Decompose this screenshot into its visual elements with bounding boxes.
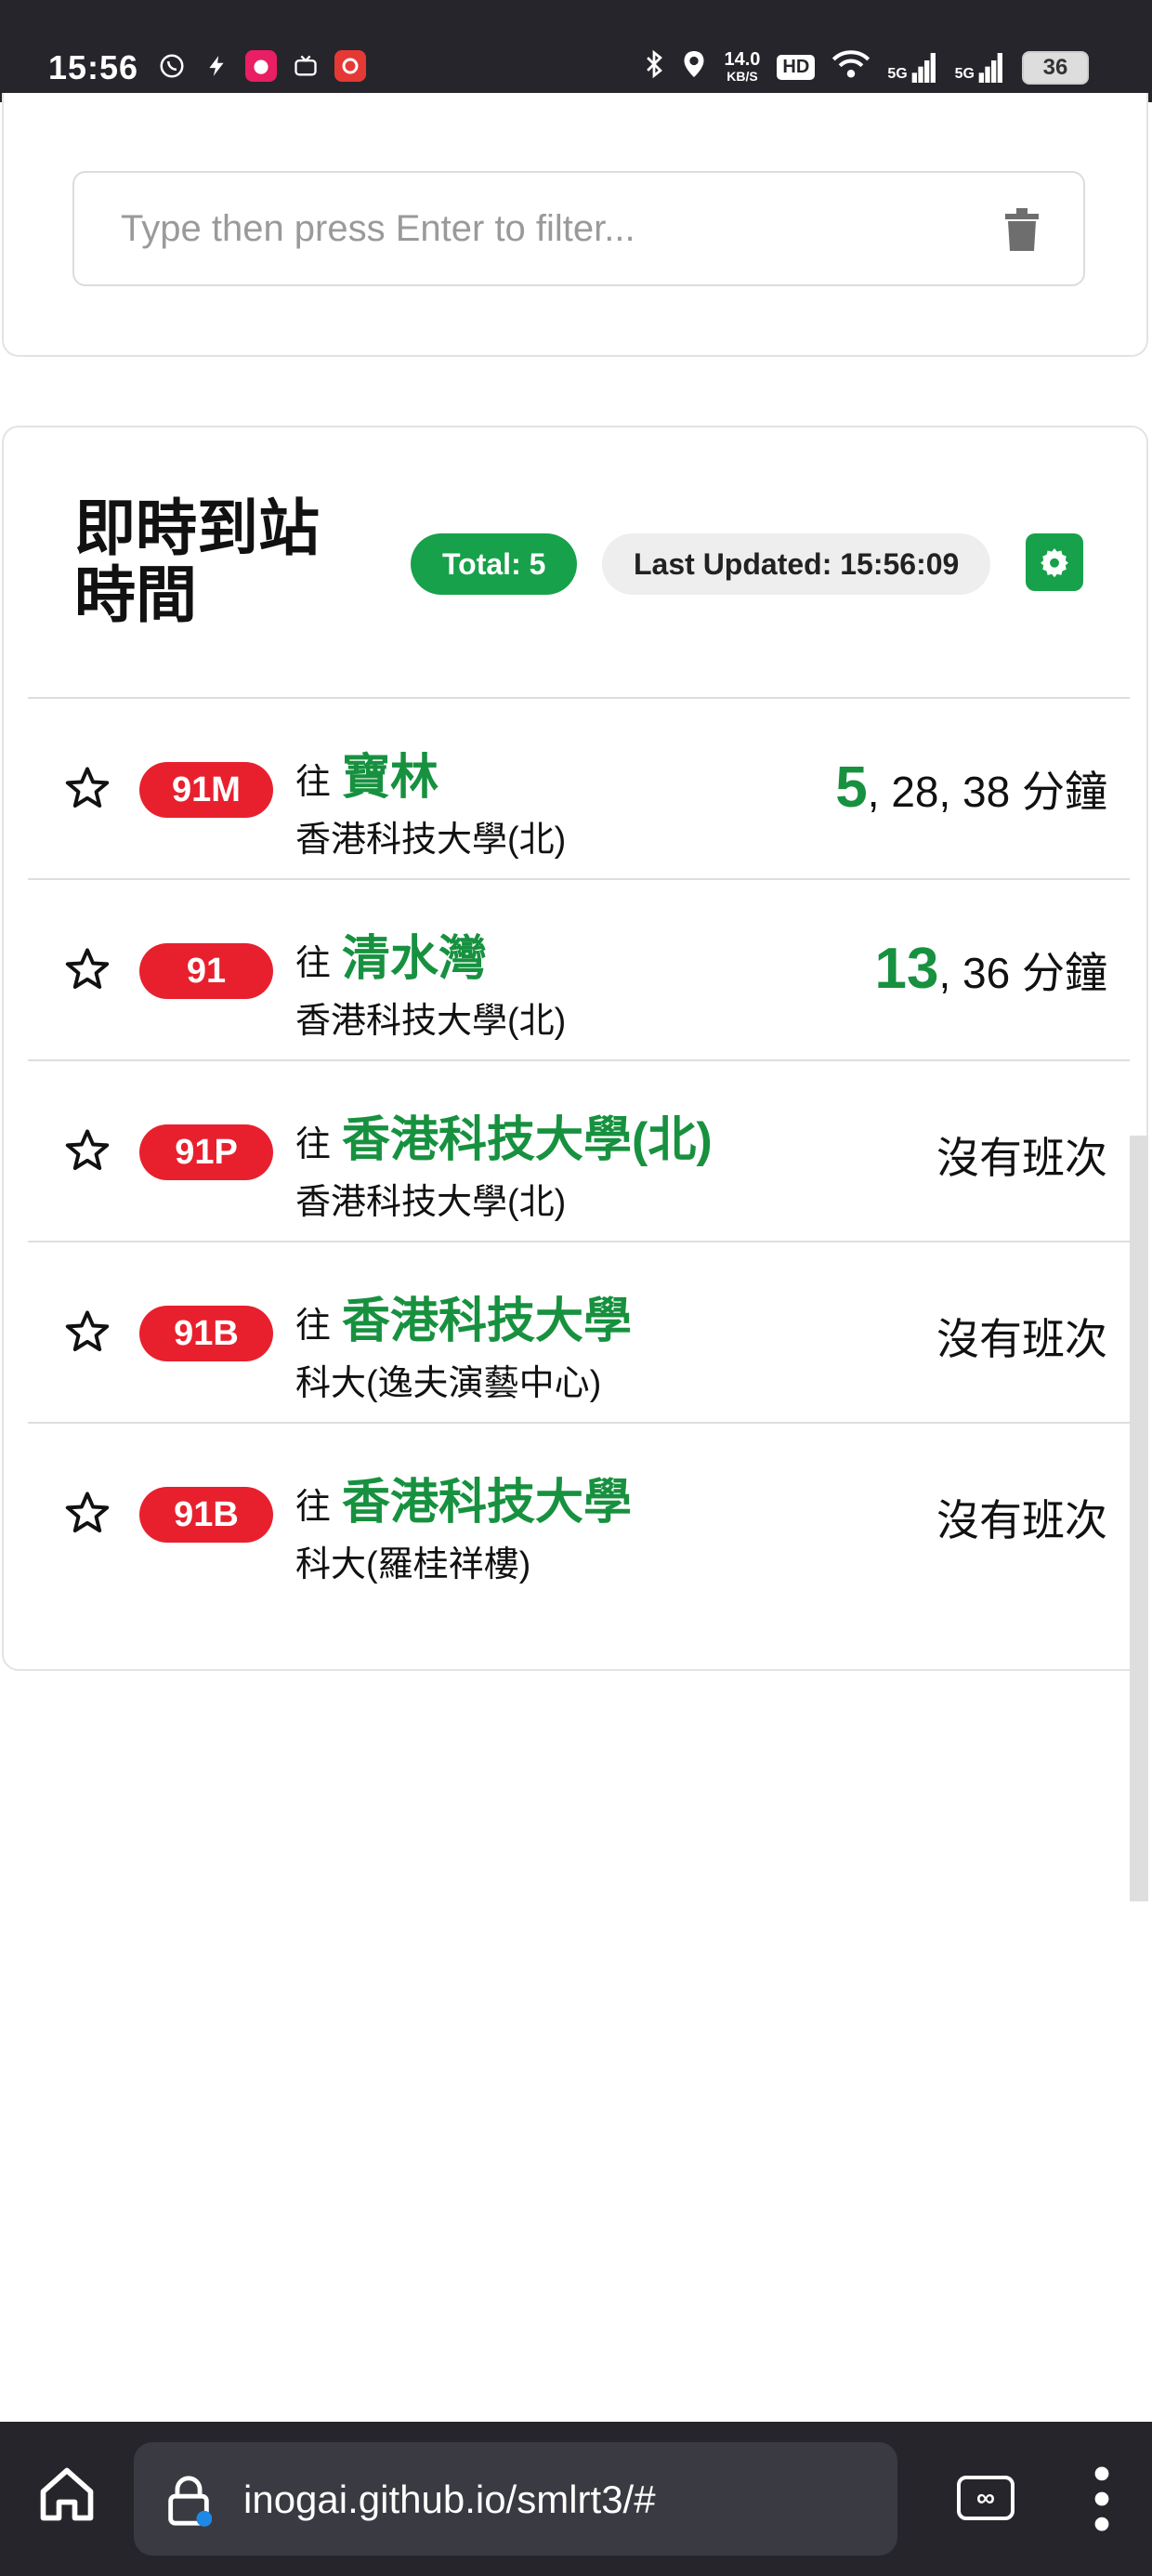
location-icon bbox=[681, 48, 707, 86]
battery-icon: 36 bbox=[1022, 50, 1089, 85]
stop-name: 香港科技大學(北) bbox=[295, 821, 567, 860]
star-icon[interactable] bbox=[63, 1489, 111, 1537]
home-button[interactable] bbox=[35, 2463, 98, 2526]
scrollbar[interactable] bbox=[1130, 1136, 1148, 1901]
trash-icon[interactable] bbox=[1003, 208, 1041, 253]
no-service-text: 沒有班次 bbox=[936, 1315, 1107, 1363]
hd-badge: HD bbox=[777, 55, 816, 80]
total-badge: Total: 5 bbox=[411, 533, 578, 595]
status-bar: 15:56 14.0 KB/S HD 5G 5G 36 bbox=[0, 0, 1152, 102]
star-icon[interactable] bbox=[63, 1126, 111, 1175]
filter-field[interactable] bbox=[72, 171, 1085, 286]
eta-row[interactable]: 91P 往香港科技大學(北) 香港科技大學(北) 沒有班次 bbox=[28, 1059, 1130, 1241]
stop-name: 科大(逸夫演藝中心) bbox=[295, 1364, 602, 1403]
tabs-button[interactable]: ∞ bbox=[957, 2476, 1015, 2520]
page-title: 即時到站時間 bbox=[74, 493, 320, 629]
more-vert-icon bbox=[1094, 2466, 1109, 2531]
wifi-icon bbox=[831, 48, 871, 86]
lock-icon[interactable] bbox=[165, 2474, 213, 2528]
home-icon bbox=[40, 2467, 94, 2521]
address-bar[interactable]: inogai.github.io/smlrt3/# bbox=[134, 2442, 897, 2556]
eta-times: 13, 36 分鐘 bbox=[874, 937, 1107, 1001]
net-speed: 14.0 KB/S bbox=[724, 48, 761, 84]
stop-name: 科大(羅桂祥樓) bbox=[295, 1545, 531, 1584]
eta-times: 5, 28, 38 分鐘 bbox=[835, 756, 1107, 820]
flash-icon bbox=[201, 50, 232, 82]
whatsapp-icon bbox=[156, 50, 188, 82]
star-icon[interactable] bbox=[63, 945, 111, 993]
eta-card: 即時到站時間 Total: 5 Last Updated: 15:56:09 9… bbox=[2, 426, 1148, 1671]
star-icon[interactable] bbox=[63, 764, 111, 812]
eta-header: 即時到站時間 Total: 5 Last Updated: 15:56:09 bbox=[4, 427, 1146, 699]
music-app-icon bbox=[334, 50, 366, 82]
last-updated-badge: Last Updated: 15:56:09 bbox=[602, 533, 991, 595]
route-badge: 91 bbox=[139, 943, 273, 999]
url-text: inogai.github.io/smlrt3/# bbox=[243, 2477, 656, 2521]
more-menu-button[interactable] bbox=[1093, 2464, 1111, 2533]
stop-name: 香港科技大學(北) bbox=[295, 1183, 567, 1222]
destination: 往香港科技大學 bbox=[295, 1295, 633, 1348]
filter-card bbox=[2, 93, 1148, 357]
notification-icons bbox=[156, 50, 366, 82]
star-icon[interactable] bbox=[63, 1308, 111, 1356]
eta-row[interactable]: 91 往清水灣 香港科技大學(北) 13, 36 分鐘 bbox=[28, 878, 1130, 1059]
destination: 往清水灣 bbox=[295, 932, 488, 986]
destination: 往寶林 bbox=[295, 751, 439, 805]
settings-button[interactable] bbox=[1026, 533, 1083, 591]
route-badge: 91B bbox=[139, 1487, 273, 1543]
tv-icon bbox=[290, 50, 321, 82]
eta-row[interactable]: 91B 往香港科技大學 科大(逸夫演藝中心) 沒有班次 bbox=[28, 1241, 1130, 1422]
browser-toolbar: inogai.github.io/smlrt3/# ∞ bbox=[0, 2422, 1152, 2576]
gear-icon bbox=[1041, 548, 1068, 578]
destination: 往香港科技大學(北) bbox=[295, 1113, 713, 1167]
no-service-text: 沒有班次 bbox=[936, 1134, 1107, 1182]
status-time: 15:56 bbox=[48, 48, 139, 86]
stop-name: 香港科技大學(北) bbox=[295, 1002, 567, 1041]
destination: 往香港科技大學 bbox=[295, 1476, 633, 1530]
eta-row[interactable]: 91B 往香港科技大學 科大(羅桂祥樓) 沒有班次 bbox=[28, 1422, 1130, 1603]
bluetooth-icon bbox=[644, 48, 664, 86]
signal-icon-2: 5G bbox=[955, 52, 1005, 83]
filter-input[interactable] bbox=[121, 207, 957, 250]
eta-row[interactable]: 91M 往寶林 香港科技大學(北) 5, 28, 38 分鐘 bbox=[28, 697, 1130, 878]
route-badge: 91M bbox=[139, 762, 273, 818]
route-badge: 91P bbox=[139, 1124, 273, 1180]
system-icons: 14.0 KB/S HD 5G 5G 36 bbox=[644, 48, 1089, 86]
app-icon bbox=[245, 50, 277, 82]
route-badge: 91B bbox=[139, 1306, 273, 1361]
signal-icon-1: 5G bbox=[887, 52, 937, 83]
eta-list: 91M 往寶林 香港科技大學(北) 5, 28, 38 分鐘 91 往清水灣 香… bbox=[28, 697, 1130, 1603]
no-service-text: 沒有班次 bbox=[936, 1496, 1107, 1544]
